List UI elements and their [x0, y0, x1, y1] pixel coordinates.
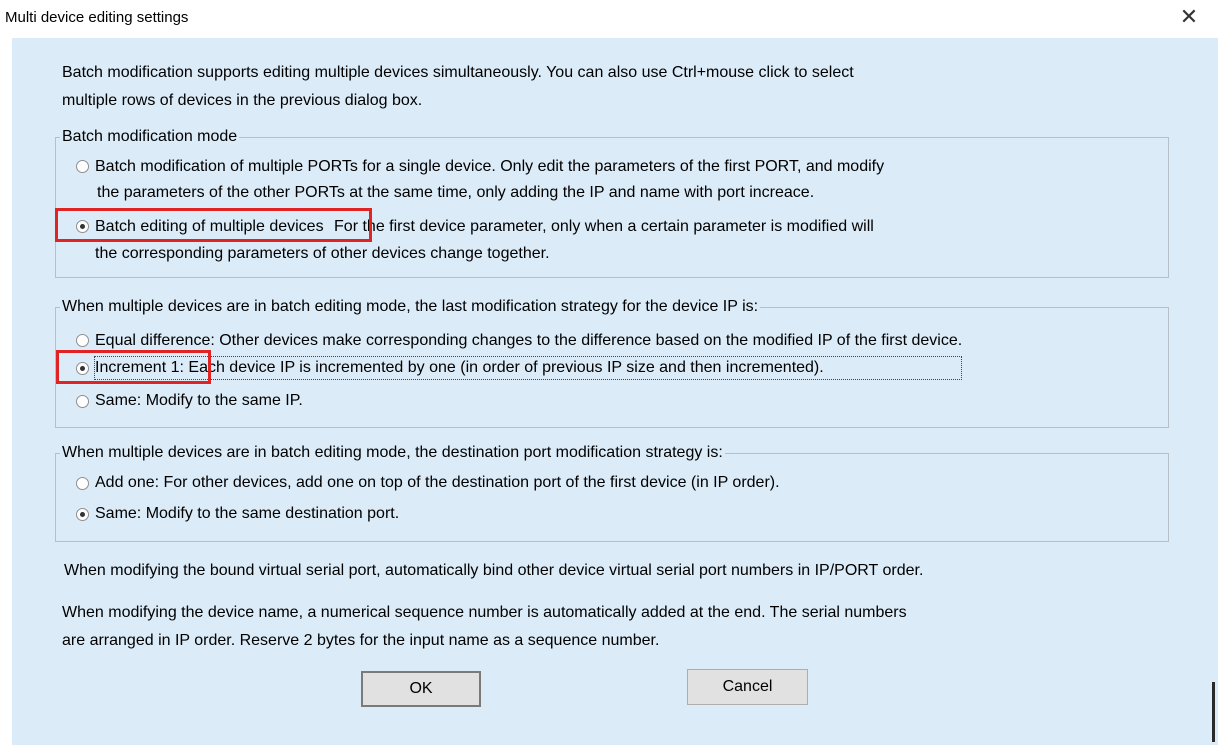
port-strategy-radio-same[interactable] [76, 508, 89, 521]
ip-strategy-legend: When multiple devices are in batch editi… [62, 298, 759, 315]
port-strategy-option-same[interactable]: Same: Modify to the same destination por… [95, 501, 399, 527]
ip-strategy-radio-equal[interactable] [76, 334, 89, 347]
batch-mode-option-ports-line2: the parameters of the other PORTs at the… [97, 184, 815, 201]
ip-strategy-option-same[interactable]: Same: Modify to the same IP. [95, 388, 303, 414]
title-bar: Multi device editing settings ✕ [0, 0, 1218, 38]
port-strategy-radio-add-one[interactable] [76, 477, 89, 490]
batch-mode-option-devices-rest: For the first device parameter, only whe… [334, 218, 874, 235]
window-title: Multi device editing settings [5, 9, 189, 26]
batch-mode-option-devices-prefix: Batch editing of multiple devices [95, 218, 324, 235]
intro-line-1: Batch modification supports editing mult… [62, 64, 854, 81]
ip-strategy-radio-same[interactable] [76, 395, 89, 408]
note-device-name-line1: When modifying the device name, a numeri… [62, 604, 907, 621]
window-resize-edge [1212, 682, 1215, 742]
batch-mode-radio-ports[interactable] [76, 160, 89, 173]
ok-button[interactable]: OK [361, 671, 481, 707]
note-device-name-line2: are arranged in IP order. Reserve 2 byte… [62, 632, 660, 649]
port-strategy-option-add-one[interactable]: Add one: For other devices, add one on t… [95, 470, 780, 496]
note-serial-port: When modifying the bound virtual serial … [64, 562, 924, 579]
port-strategy-legend: When multiple devices are in batch editi… [62, 444, 723, 461]
ip-strategy-option-increment-rest: Each device IP is incremented by one (in… [188, 359, 824, 376]
ip-strategy-option-increment[interactable]: Increment 1: Each device IP is increment… [95, 355, 824, 381]
batch-mode-radio-devices[interactable] [76, 220, 89, 233]
ip-strategy-radio-increment[interactable] [76, 362, 89, 375]
batch-mode-option-devices-line2: the corresponding parameters of other de… [95, 245, 550, 262]
batch-mode-legend: Batch modification mode [62, 128, 238, 145]
window-edge [0, 38, 12, 745]
batch-mode-option-ports-line1[interactable]: Batch modification of multiple PORTs for… [95, 154, 884, 180]
batch-mode-option-devices[interactable]: Batch editing of multiple devices For th… [95, 214, 874, 240]
intro-line-2: multiple rows of devices in the previous… [62, 92, 423, 109]
cancel-button[interactable]: Cancel [687, 669, 808, 705]
dialog-body: Batch modification supports editing mult… [12, 38, 1218, 745]
close-icon[interactable]: ✕ [1178, 6, 1200, 28]
ip-strategy-option-increment-prefix: Increment 1: [95, 359, 184, 376]
ip-strategy-option-equal[interactable]: Equal difference: Other devices make cor… [95, 328, 962, 354]
